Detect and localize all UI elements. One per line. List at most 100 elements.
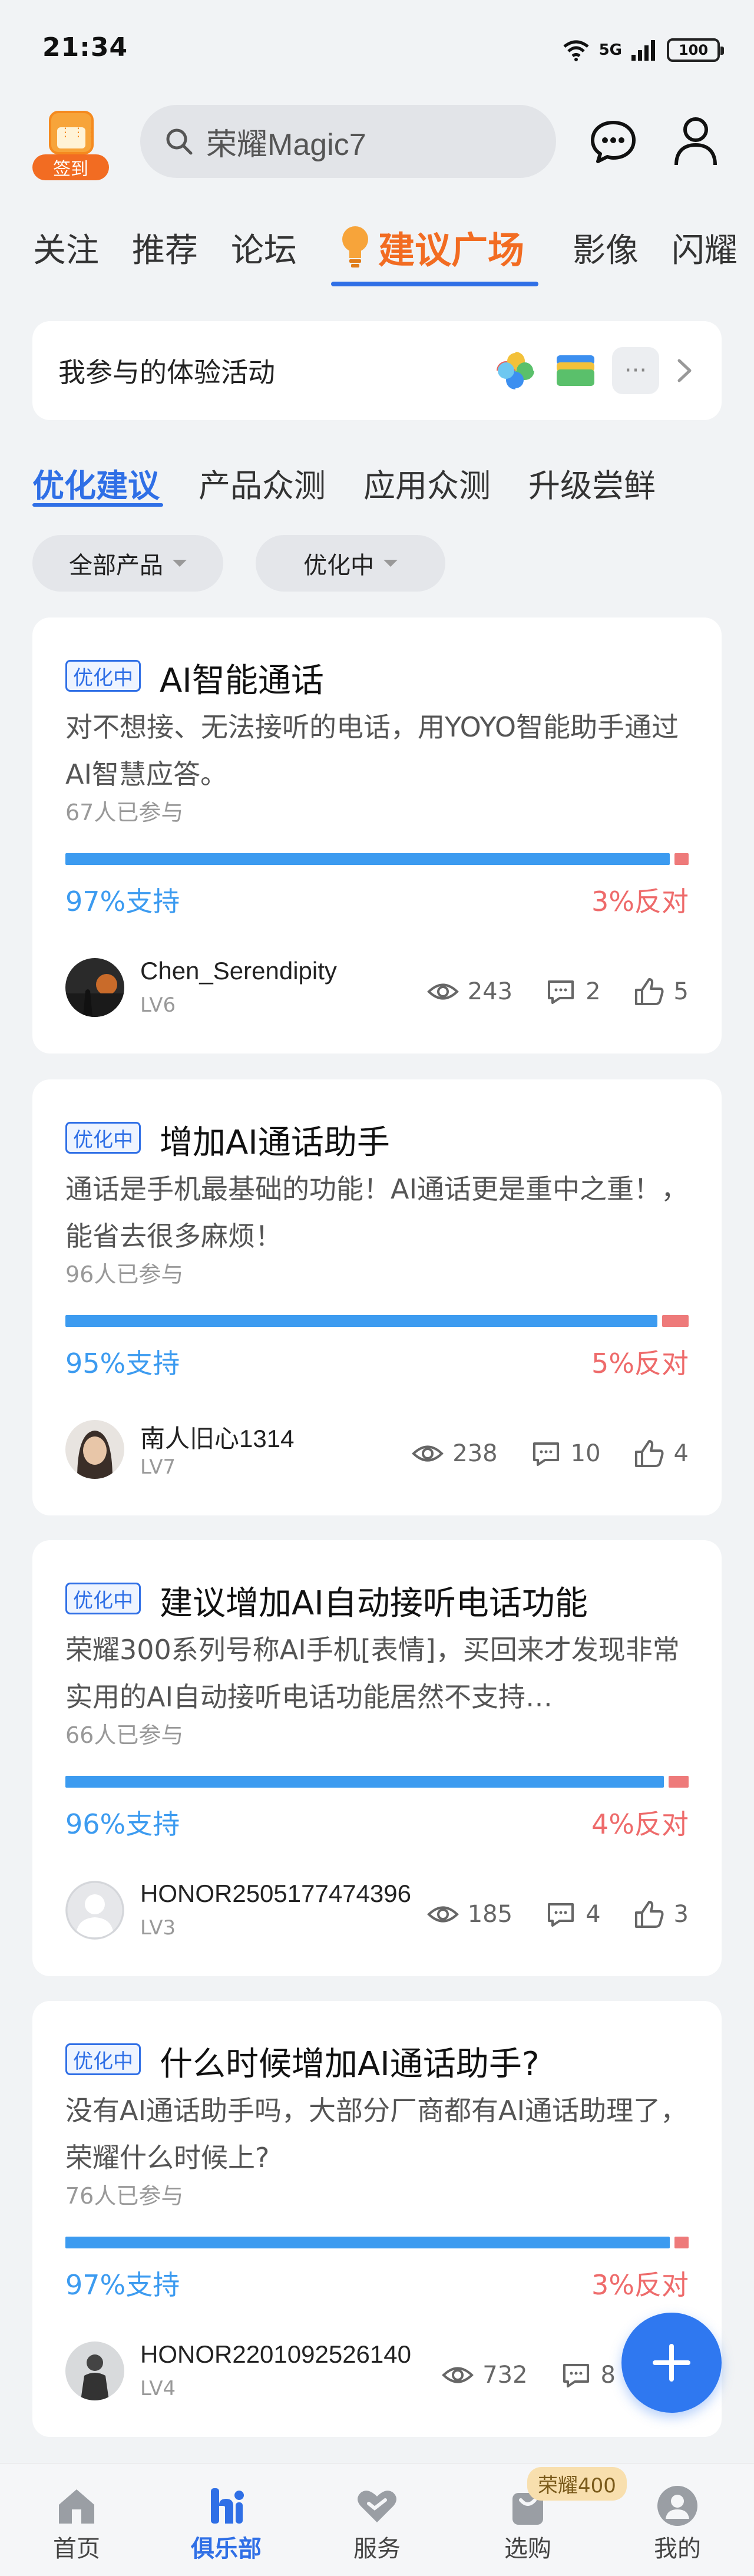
user-level: LV3	[140, 1916, 176, 1940]
user-icon[interactable]	[672, 114, 720, 167]
pinwheel-app-icon	[497, 352, 534, 389]
like-icon[interactable]	[633, 1439, 666, 1468]
support-text: 97%支持	[65, 2269, 180, 2301]
status-time: 21:34	[42, 32, 128, 62]
top-bar: 签到 荣耀Magic7	[0, 100, 754, 183]
status-bar: 21:34 5G 100	[0, 0, 754, 100]
user-level: LV7	[140, 1455, 176, 1479]
status-filter[interactable]: 优化中	[256, 535, 445, 592]
activity-apps: ···	[492, 347, 696, 394]
post-card[interactable]: 优化中 建议增加AI自动接听电话功能 荣耀300系列号称AI手机[表情]，买回来…	[32, 1540, 722, 1976]
nav-service[interactable]: 服务	[318, 2463, 436, 2576]
view-count: 243	[467, 978, 513, 1005]
participant-count: 76人已参与	[65, 2183, 184, 2209]
status-badge: 优化中	[65, 2043, 141, 2075]
tab-recommend[interactable]: 推荐	[132, 224, 198, 272]
post-stats: 238 10 4	[411, 1439, 689, 1468]
avatar[interactable]	[65, 958, 124, 1017]
username[interactable]: 南人旧心1314	[140, 1419, 294, 1455]
view-count: 238	[452, 1440, 498, 1467]
subtab-app-test[interactable]: 应用众测	[363, 460, 491, 506]
main-tabs: 关注 推荐 论坛 建议广场 影像 闪耀	[0, 212, 754, 289]
avatar[interactable]	[65, 1420, 124, 1479]
post-card[interactable]: 优化中 什么时候增加AI通话助手? 没有AI通话助手吗，大部分厂商都有AI通话助…	[32, 2001, 722, 2437]
post-stats: 185 4 3	[426, 1900, 689, 1929]
search-text: 荣耀Magic7	[206, 127, 366, 162]
nav-home-label: 首页	[53, 2535, 100, 2562]
like-count: 4	[673, 1440, 689, 1467]
tab-imaging[interactable]: 影像	[573, 224, 639, 272]
support-text: 95%支持	[65, 1348, 180, 1379]
message-icon[interactable]	[589, 118, 637, 166]
club-icon	[211, 2488, 244, 2524]
post-title: 增加AI通话助手	[160, 1124, 390, 1162]
subtab-product-test[interactable]: 产品众测	[199, 460, 326, 506]
support-bar	[65, 1315, 658, 1327]
nav-home[interactable]: 首页	[18, 2463, 135, 2576]
comment-icon[interactable]	[544, 977, 577, 1006]
activity-title: 我参与的体验活动	[58, 356, 275, 388]
profile-icon	[657, 2486, 697, 2526]
oppose-text: 3%反对	[591, 886, 689, 917]
support-text: 96%支持	[65, 1808, 180, 1840]
oppose-bar	[674, 2237, 689, 2248]
oppose-text: 3%反对	[591, 2269, 689, 2301]
oppose-bar	[674, 853, 689, 865]
chevron-right-icon	[677, 359, 692, 382]
support-bar	[65, 2237, 670, 2248]
create-post-button[interactable]	[621, 2313, 722, 2413]
product-filter[interactable]: 全部产品	[32, 535, 223, 592]
vote-bar	[65, 2237, 689, 2248]
nav-club[interactable]: 俱乐部	[167, 2463, 285, 2576]
tab-shine[interactable]: 闪耀	[672, 224, 738, 272]
post-stats: 243 2 5	[426, 977, 689, 1006]
comment-icon[interactable]	[530, 1439, 563, 1468]
home-icon	[59, 2489, 94, 2524]
network-type: 5G	[598, 41, 622, 59]
my-activities-card[interactable]: 我参与的体验活动 ···	[32, 321, 722, 420]
search-icon	[166, 128, 193, 155]
participant-count: 66人已参与	[65, 1722, 184, 1748]
like-icon[interactable]	[633, 1900, 666, 1929]
nav-profile[interactable]: 我的	[619, 2463, 736, 2576]
tab-forum[interactable]: 论坛	[231, 224, 297, 272]
signin-button[interactable]: 签到	[32, 111, 109, 180]
signal-icon	[631, 40, 655, 61]
vote-bar	[65, 853, 689, 865]
comment-count: 4	[586, 1901, 601, 1928]
heart-icon	[358, 2491, 396, 2522]
support-text: 97%支持	[65, 886, 180, 917]
tab-suggestion-square[interactable]: 建议广场	[378, 220, 524, 273]
post-card[interactable]: 优化中 AI智能通话 对不想接、无法接听的电话，用YOYO智能助手通过AI智慧应…	[32, 617, 722, 1053]
like-count: 3	[673, 1901, 689, 1928]
more-apps-icon[interactable]: ···	[612, 347, 659, 394]
comment-icon[interactable]	[560, 2360, 593, 2390]
subtab-upgrade[interactable]: 升级尝鲜	[528, 460, 656, 506]
username[interactable]: Chen_Serendipity	[140, 957, 337, 985]
tab-follow[interactable]: 关注	[33, 224, 99, 272]
vote-bar	[65, 1776, 689, 1788]
eye-icon	[442, 2367, 474, 2383]
subtab-optimization[interactable]: 优化建议	[32, 460, 160, 506]
avatar[interactable]	[65, 1881, 124, 1940]
eye-icon	[426, 983, 459, 1000]
post-stats: 732 8	[441, 2360, 616, 2390]
avatar[interactable]	[65, 2341, 124, 2400]
oppose-text: 4%反对	[591, 1808, 689, 1840]
status-icons: 5G 100	[561, 32, 724, 68]
post-description: 对不想接、无法接听的电话，用YOYO智能助手通过AI智慧应答。	[65, 711, 679, 790]
eye-icon	[412, 1445, 444, 1462]
post-card[interactable]: 优化中 增加AI通话助手 通话是手机最基础的功能！AI通话更是重中之重！，能省去…	[32, 1079, 722, 1515]
participant-count: 67人已参与	[65, 800, 184, 825]
product-filter-label: 全部产品	[69, 552, 163, 579]
username[interactable]: HONOR2201092526140	[140, 2340, 411, 2369]
comment-icon[interactable]	[544, 1900, 577, 1929]
wifi-icon	[563, 40, 589, 61]
participant-count: 96人已参与	[65, 1261, 184, 1287]
search-bar[interactable]: 荣耀Magic7	[140, 105, 556, 178]
view-count: 185	[467, 1901, 513, 1928]
username[interactable]: HONOR2505177474396	[140, 1880, 411, 1908]
calendar-icon	[49, 111, 98, 154]
like-icon[interactable]	[633, 977, 666, 1006]
comment-count: 10	[570, 1440, 601, 1467]
